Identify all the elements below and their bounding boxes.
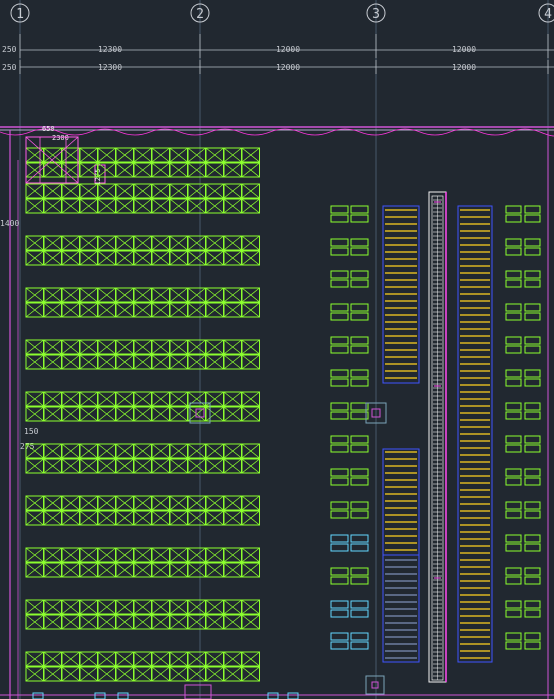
grid-bubble-2-label: 2 — [196, 7, 204, 22]
dimension-row-2-span-2: 12000 — [276, 63, 300, 72]
left-mid-value-label: 1400 — [0, 219, 19, 228]
left-small-value-label: 150 — [24, 427, 39, 436]
dimension-row-1-span-3: 12000 — [452, 45, 476, 54]
left-top-value-label: 650 — [42, 125, 55, 133]
dimension-row-1-span-2: 12000 — [276, 45, 300, 54]
dimension-row-1-left: 250 — [2, 45, 17, 54]
dimension-row-1-span-1: 12300 — [98, 45, 122, 54]
cad-drawing-canvas[interactable]: 1 2 3 4 250 12300 12000 12000 250 12300 … — [0, 0, 554, 699]
grid-bubble-3-label: 3 — [372, 7, 380, 22]
dimension-row-2-left: 250 — [2, 63, 17, 72]
dimension-row-2-span-1: 12300 — [98, 63, 122, 72]
grid-bubble-1-label: 1 — [16, 7, 24, 22]
dimension-row-2-span-3: 12000 — [452, 63, 476, 72]
grid-bubble-4-label: 4 — [544, 7, 552, 22]
